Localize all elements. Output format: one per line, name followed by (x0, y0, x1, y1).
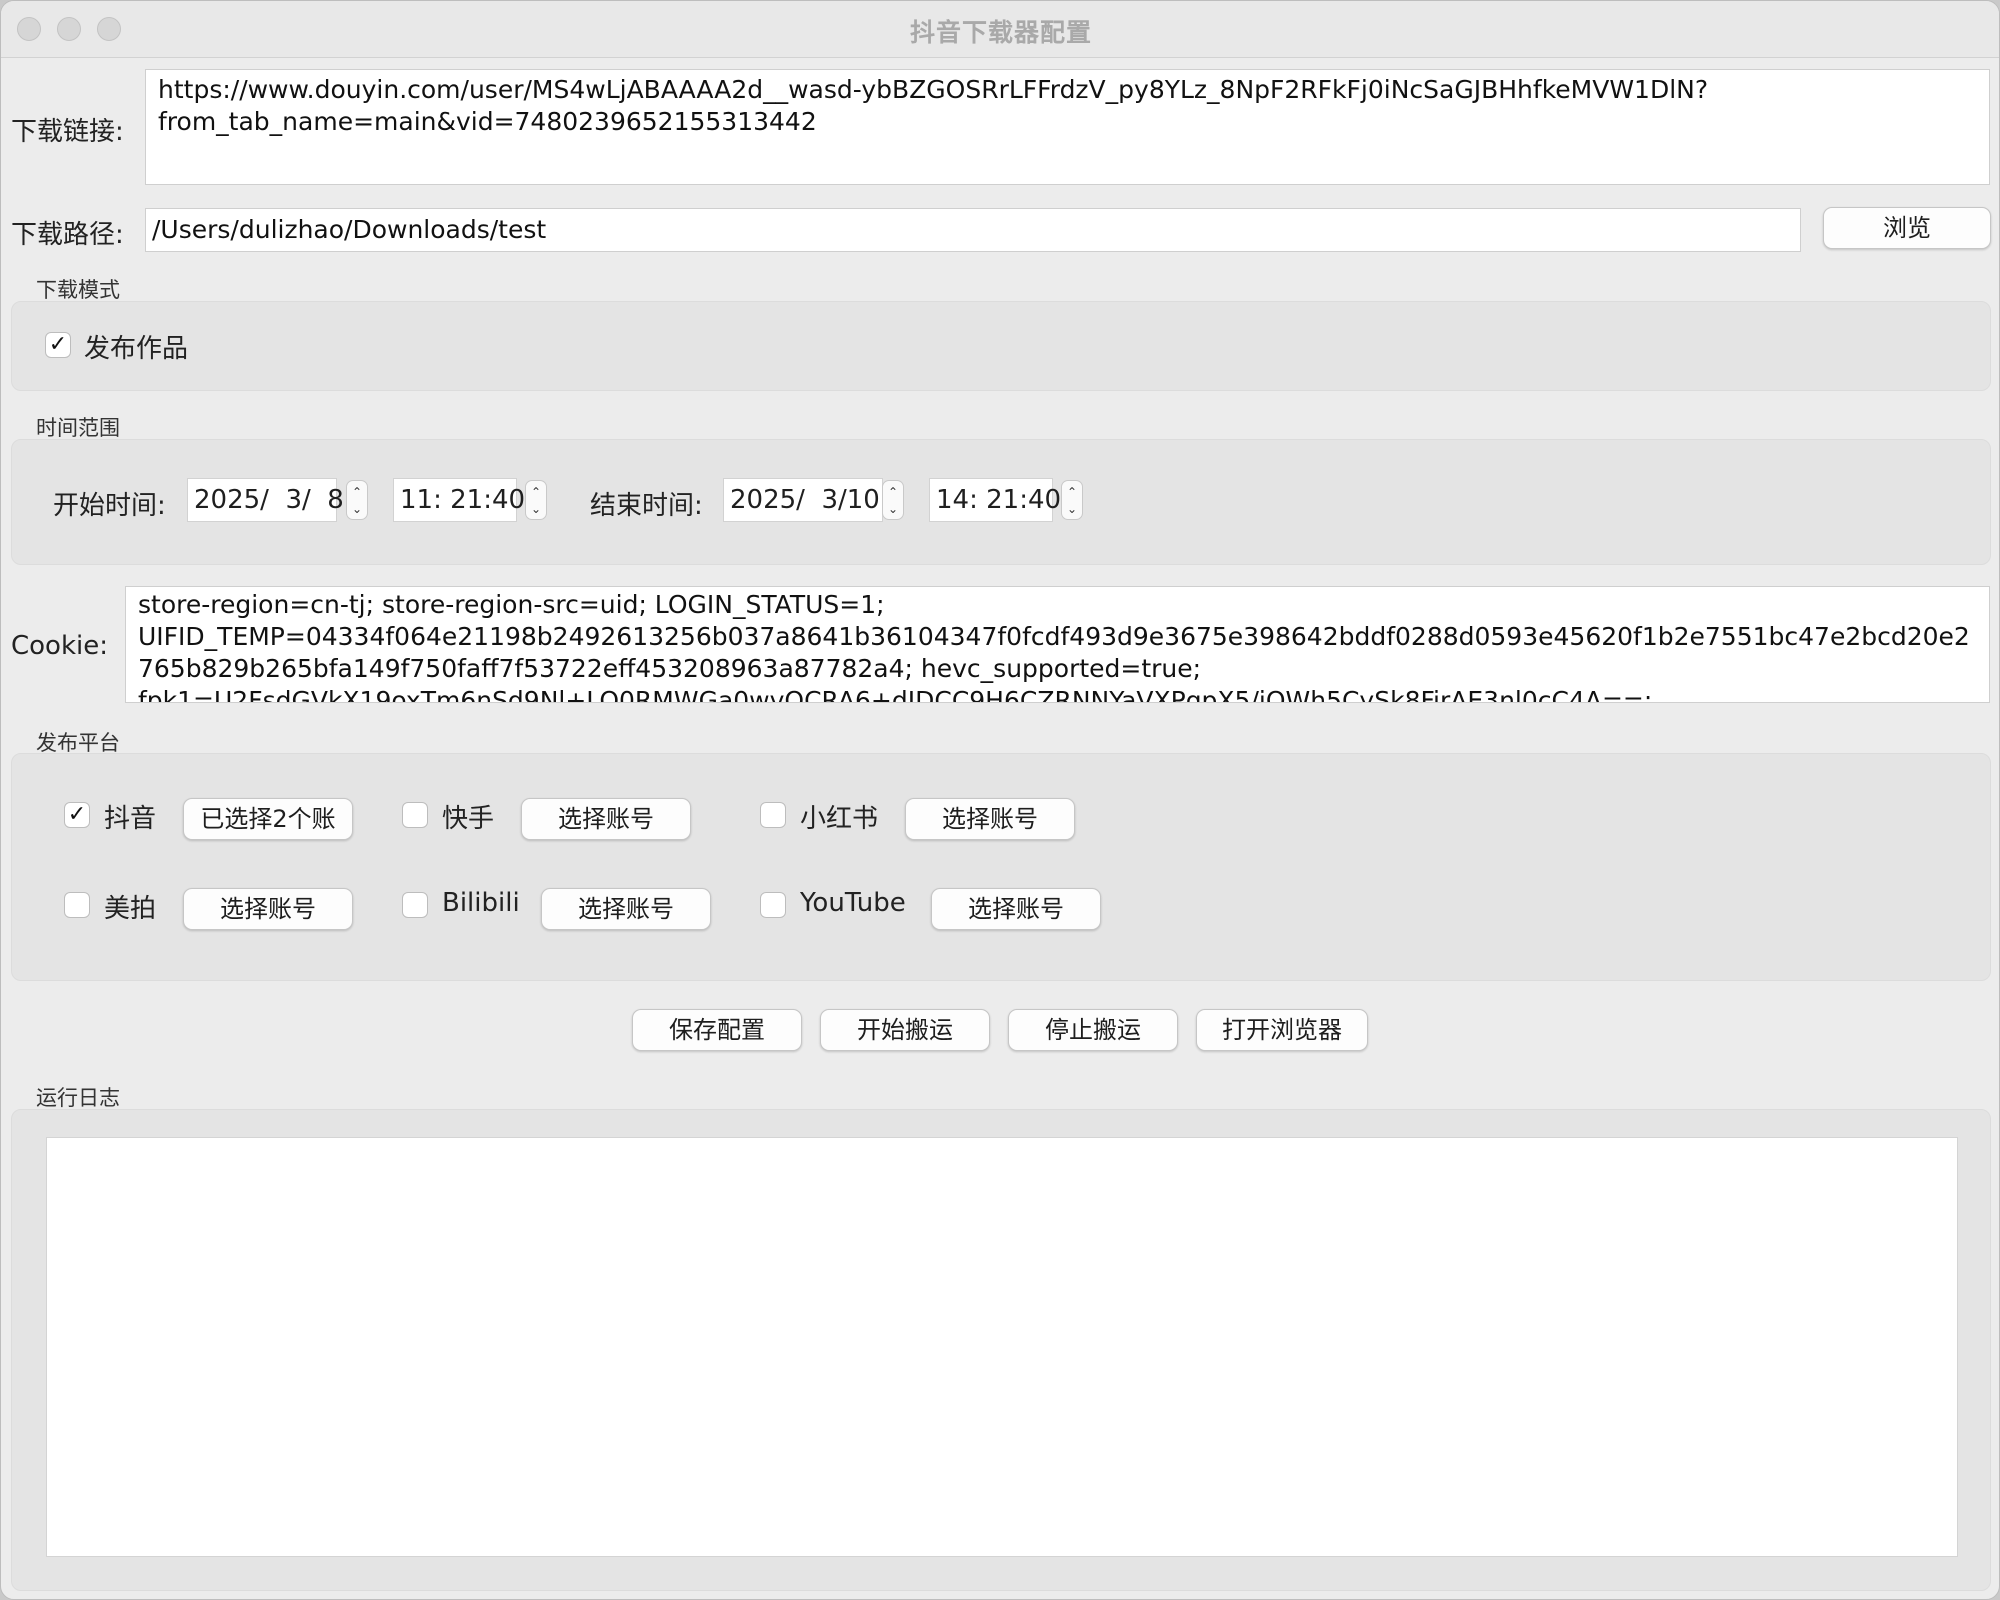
end-time-label: 结束时间: (590, 491, 703, 521)
time-range-group: 开始时间: 2025/ 3/ 8 ⌃ ⌄ 11: 21:40 ⌃ ⌄ 结束时间: 2… (11, 439, 1991, 565)
platform-douyin-checkbox[interactable]: ✓ (64, 802, 90, 828)
platform-xiaohongshu-account-button[interactable]: 选择账号 (905, 798, 1075, 840)
stop-transfer-button[interactable]: 停止搬运 (1008, 1009, 1178, 1051)
platform-kuaishou-checkbox[interactable] (402, 802, 428, 828)
end-time-stepper[interactable]: ⌃ ⌄ (1061, 480, 1083, 520)
download-mode-title: 下载模式 (36, 278, 120, 302)
platform-meipai-label: 美拍 (104, 894, 157, 924)
platform-meipai-account-button[interactable]: 选择账号 (183, 888, 353, 930)
start-date-stepper[interactable]: ⌃ ⌄ (346, 480, 368, 520)
start-transfer-button[interactable]: 开始搬运 (820, 1009, 990, 1051)
title-bar: 抖音下载器配置 (1, 1, 1999, 58)
publish-works-checkbox[interactable]: ✓ (45, 332, 71, 358)
platform-douyin-account-button[interactable]: 已选择2个账 (183, 798, 353, 840)
download-mode-group: ✓ 发布作品 (11, 301, 1991, 391)
platform-bilibili-label: Bilibili (442, 888, 520, 918)
platforms-group: ✓ 抖音 已选择2个账 快手 选择账号 小红书 选择账号 美拍 选择账号 Bil… (11, 753, 1991, 981)
cookie-label: Cookie: (11, 631, 109, 661)
platform-xiaohongshu-label: 小红书 (800, 804, 879, 834)
publish-works-label: 发布作品 (84, 334, 189, 364)
download-path-input[interactable]: /Users/dulizhao/Downloads/test (145, 208, 1801, 252)
download-path-label: 下载路径: (11, 220, 124, 250)
open-browser-button[interactable]: 打开浏览器 (1196, 1009, 1368, 1051)
end-date-field[interactable]: 2025/ 3/10 (723, 478, 883, 522)
platform-xiaohongshu-checkbox[interactable] (760, 802, 786, 828)
platform-youtube-checkbox[interactable] (760, 892, 786, 918)
app-window: 抖音下载器配置 下载链接: https://www.douyin.com/use… (0, 0, 2000, 1600)
platform-kuaishou-account-button[interactable]: 选择账号 (521, 798, 691, 840)
platform-bilibili-account-button[interactable]: 选择账号 (541, 888, 711, 930)
chevron-up-icon: ⌃ (887, 485, 899, 499)
save-config-button[interactable]: 保存配置 (632, 1009, 802, 1051)
run-log-group (11, 1109, 1991, 1591)
run-log-textarea[interactable] (46, 1137, 1958, 1557)
chevron-up-icon: ⌃ (351, 485, 363, 499)
run-log-title: 运行日志 (36, 1086, 120, 1110)
platform-youtube-account-button[interactable]: 选择账号 (931, 888, 1101, 930)
platform-douyin-label: 抖音 (104, 804, 157, 834)
time-range-title: 时间范围 (36, 416, 120, 440)
chevron-down-icon: ⌄ (1066, 502, 1078, 516)
end-date-stepper[interactable]: ⌃ ⌄ (882, 480, 904, 520)
start-date-field[interactable]: 2025/ 3/ 8 (187, 478, 344, 522)
platform-youtube-label: YouTube (800, 888, 906, 918)
checkmark-icon: ✓ (48, 332, 68, 357)
end-time-field[interactable]: 14: 21:40 (929, 478, 1061, 522)
start-time-field[interactable]: 11: 21:40 (393, 478, 525, 522)
download-link-label: 下载链接: (11, 117, 124, 147)
window-title: 抖音下载器配置 (909, 18, 1092, 47)
platform-meipai-checkbox[interactable] (64, 892, 90, 918)
chevron-down-icon: ⌄ (351, 502, 363, 516)
start-time-label: 开始时间: (53, 491, 166, 521)
platform-bilibili-checkbox[interactable] (402, 892, 428, 918)
browse-button[interactable]: 浏览 (1823, 207, 1991, 249)
cookie-input[interactable]: store-region=cn-tj; store-region-src=uid… (125, 586, 1990, 703)
chevron-down-icon: ⌄ (887, 502, 899, 516)
chevron-up-icon: ⌃ (530, 485, 542, 499)
start-time-stepper[interactable]: ⌃ ⌄ (525, 480, 547, 520)
platform-kuaishou-label: 快手 (442, 804, 495, 834)
download-link-input[interactable]: https://www.douyin.com/user/MS4wLjABAAAA… (145, 69, 1990, 185)
checkmark-icon: ✓ (67, 802, 87, 827)
chevron-down-icon: ⌄ (530, 502, 542, 516)
chevron-up-icon: ⌃ (1066, 485, 1078, 499)
